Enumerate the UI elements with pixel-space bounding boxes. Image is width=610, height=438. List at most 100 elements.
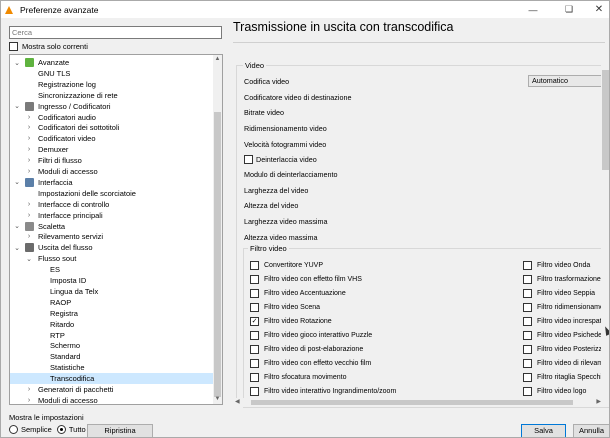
tree-item[interactable]: Sincronizzazione di rete [10, 90, 213, 101]
unchecked-checkbox[interactable] [523, 317, 532, 326]
filter-checkbox-item[interactable]: Filtro video Accentuazione [250, 289, 346, 298]
collapsed-arrow-icon[interactable]: › [25, 386, 33, 393]
all-radio-button[interactable] [56, 425, 66, 434]
filter-checkbox-item[interactable]: Filtro video di post-elaborazione [250, 345, 363, 354]
settings-vertical-scrollbar-thumb[interactable] [602, 70, 609, 170]
collapsed-arrow-icon[interactable]: › [25, 114, 33, 121]
tree-item[interactable]: ES [10, 264, 213, 275]
filter-checkbox-item[interactable]: Filtro video Seppia [523, 289, 595, 298]
setting-row[interactable]: Deinterlaccia video [244, 155, 317, 164]
tree-item[interactable]: Schermo [10, 340, 213, 351]
collapsed-arrow-icon[interactable]: › [25, 168, 33, 175]
filter-checkbox-item[interactable]: ✓ Filtro video Rotazione [250, 317, 332, 326]
unchecked-checkbox[interactable] [523, 261, 532, 270]
tree-item[interactable]: › Interfacce di controllo [10, 199, 213, 210]
deinterlace-checkbox[interactable] [244, 155, 253, 164]
filter-checkbox-item[interactable]: Filtro ridimensionamento [523, 303, 609, 312]
expanded-arrow-icon[interactable]: ⌄ [25, 255, 33, 263]
tree-item[interactable]: ⌄ Flusso sout [10, 253, 213, 264]
unchecked-checkbox[interactable] [523, 275, 532, 284]
tree-item[interactable]: › Rilevamento servizi [10, 231, 213, 242]
tree-item[interactable]: ⌄ Ingresso / Codificatori [10, 101, 213, 112]
filter-checkbox-item[interactable]: Convertitore YUVP [250, 261, 323, 270]
tree-item[interactable]: › Demuxer [10, 144, 213, 155]
filter-checkbox-item[interactable]: Filtro video Psichedelica [523, 331, 609, 340]
minimize-icon[interactable]: — [518, 1, 548, 18]
save-button[interactable]: Salva [521, 424, 566, 437]
unchecked-checkbox[interactable] [523, 289, 532, 298]
filter-checkbox-item[interactable]: Filtro video Scena [250, 303, 320, 312]
settings-vertical-scrollbar[interactable] [601, 58, 609, 407]
tree-item[interactable]: › Codificatori video [10, 133, 213, 144]
filter-checkbox-item[interactable]: Filtro ritaglia Specchio [523, 373, 606, 382]
filter-checkbox-item[interactable]: Filtro video con effetto vecchio film [250, 359, 371, 368]
filter-checkbox-item[interactable]: Filtro video increspatura [523, 317, 609, 326]
collapsed-arrow-icon[interactable]: › [25, 212, 33, 219]
unchecked-checkbox[interactable] [250, 289, 259, 298]
collapsed-arrow-icon[interactable]: › [25, 397, 33, 404]
tree-item[interactable]: › Codificatori audio [10, 112, 213, 123]
filter-checkbox-item[interactable]: Filtro video Posterizza [523, 345, 606, 354]
unchecked-checkbox[interactable] [523, 359, 532, 368]
filter-checkbox-item[interactable]: Filtro video interattivo Ingrandimento/z… [250, 387, 396, 396]
tree-item[interactable]: › Moduli di accesso [10, 395, 213, 404]
tree-item[interactable]: › Codificatori dei sottotitoli [10, 122, 213, 133]
tree-item[interactable]: Impostazioni delle scorciatoie [10, 188, 213, 199]
tree-item[interactable]: RTP [10, 330, 213, 341]
unchecked-checkbox[interactable] [250, 359, 259, 368]
unchecked-checkbox[interactable] [250, 345, 259, 354]
simple-radio-button[interactable] [9, 425, 18, 434]
filter-checkbox-item[interactable]: Filtro video gioco interattivo Puzzle [250, 331, 372, 340]
checked-checkbox[interactable]: ✓ [250, 317, 259, 326]
tree-item[interactable]: Registrazione log [10, 79, 213, 90]
show-current-checkbox[interactable]: Mostra solo correnti [9, 42, 88, 51]
tree-item[interactable]: Ritardo [10, 319, 213, 330]
collapsed-arrow-icon[interactable]: › [25, 233, 33, 240]
tree-item[interactable]: Registra [10, 308, 213, 319]
scroll-left-icon[interactable]: ◀ [235, 398, 240, 407]
expanded-arrow-icon[interactable]: ⌄ [13, 222, 21, 230]
tree-item[interactable]: ⌄ Interfaccia [10, 177, 213, 188]
tree-item[interactable]: › Filtri di flusso [10, 155, 213, 166]
reset-preferences-button[interactable]: Ripristina preferenze [87, 424, 153, 437]
collapsed-arrow-icon[interactable]: › [25, 157, 33, 164]
unchecked-checkbox[interactable] [250, 261, 259, 270]
expanded-arrow-icon[interactable]: ⌄ [13, 102, 21, 110]
unchecked-checkbox[interactable] [523, 373, 532, 382]
unchecked-checkbox[interactable] [523, 387, 532, 396]
settings-horizontal-scrollbar-thumb[interactable] [251, 400, 573, 405]
close-icon[interactable]: ✕ [584, 1, 609, 18]
simple-radio[interactable]: Semplice [9, 425, 52, 434]
tree-item[interactable]: ⌄ Uscita del flusso [10, 242, 213, 253]
tree-item[interactable]: Statistiche [10, 362, 213, 373]
scroll-right-icon[interactable]: ▶ [596, 398, 601, 407]
filter-checkbox-item[interactable]: Filtro sfocatura movimento [250, 373, 346, 382]
restore-icon[interactable]: ❏ [554, 1, 584, 18]
tree-item[interactable]: Standard [10, 351, 213, 362]
preferences-tree[interactable]: ▲ ▼ ⌄ Avanzate GNU TLS Registrazione log Sin… [9, 54, 223, 405]
tree-item[interactable]: Transcodifica [10, 373, 213, 385]
all-radio[interactable]: Tutto [56, 425, 86, 434]
filter-checkbox-item[interactable]: Filtro video con effetto film VHS [250, 275, 362, 284]
tree-item[interactable]: RAOP [10, 297, 213, 308]
tree-item[interactable]: › Moduli di accesso [10, 166, 213, 177]
show-current-checkbox-box[interactable] [9, 42, 18, 51]
tree-item[interactable]: › Generatori di pacchetti [10, 384, 213, 395]
tree-scrollbar-thumb[interactable] [214, 112, 221, 397]
tree-item[interactable]: ⌄ Avanzate [10, 57, 213, 68]
scroll-up-icon[interactable]: ▲ [213, 55, 222, 64]
tree-item[interactable]: ⌄ Scaletta [10, 221, 213, 232]
filter-checkbox-item[interactable]: Filtro video Onda [523, 261, 590, 270]
collapsed-arrow-icon[interactable]: › [25, 201, 33, 208]
filter-checkbox-item[interactable]: Filtro video di rilevament [523, 359, 609, 368]
unchecked-checkbox[interactable] [523, 345, 532, 354]
collapsed-arrow-icon[interactable]: › [25, 135, 33, 142]
scroll-down-icon[interactable]: ▼ [213, 395, 222, 404]
expanded-arrow-icon[interactable]: ⌄ [13, 244, 21, 252]
collapsed-arrow-icon[interactable]: › [25, 146, 33, 153]
cancel-button[interactable]: Annulla [573, 424, 609, 437]
unchecked-checkbox[interactable] [250, 303, 259, 312]
collapsed-arrow-icon[interactable]: › [25, 124, 33, 131]
expanded-arrow-icon[interactable]: ⌄ [13, 59, 21, 67]
tree-item[interactable]: › Interfacce principali [10, 210, 213, 221]
